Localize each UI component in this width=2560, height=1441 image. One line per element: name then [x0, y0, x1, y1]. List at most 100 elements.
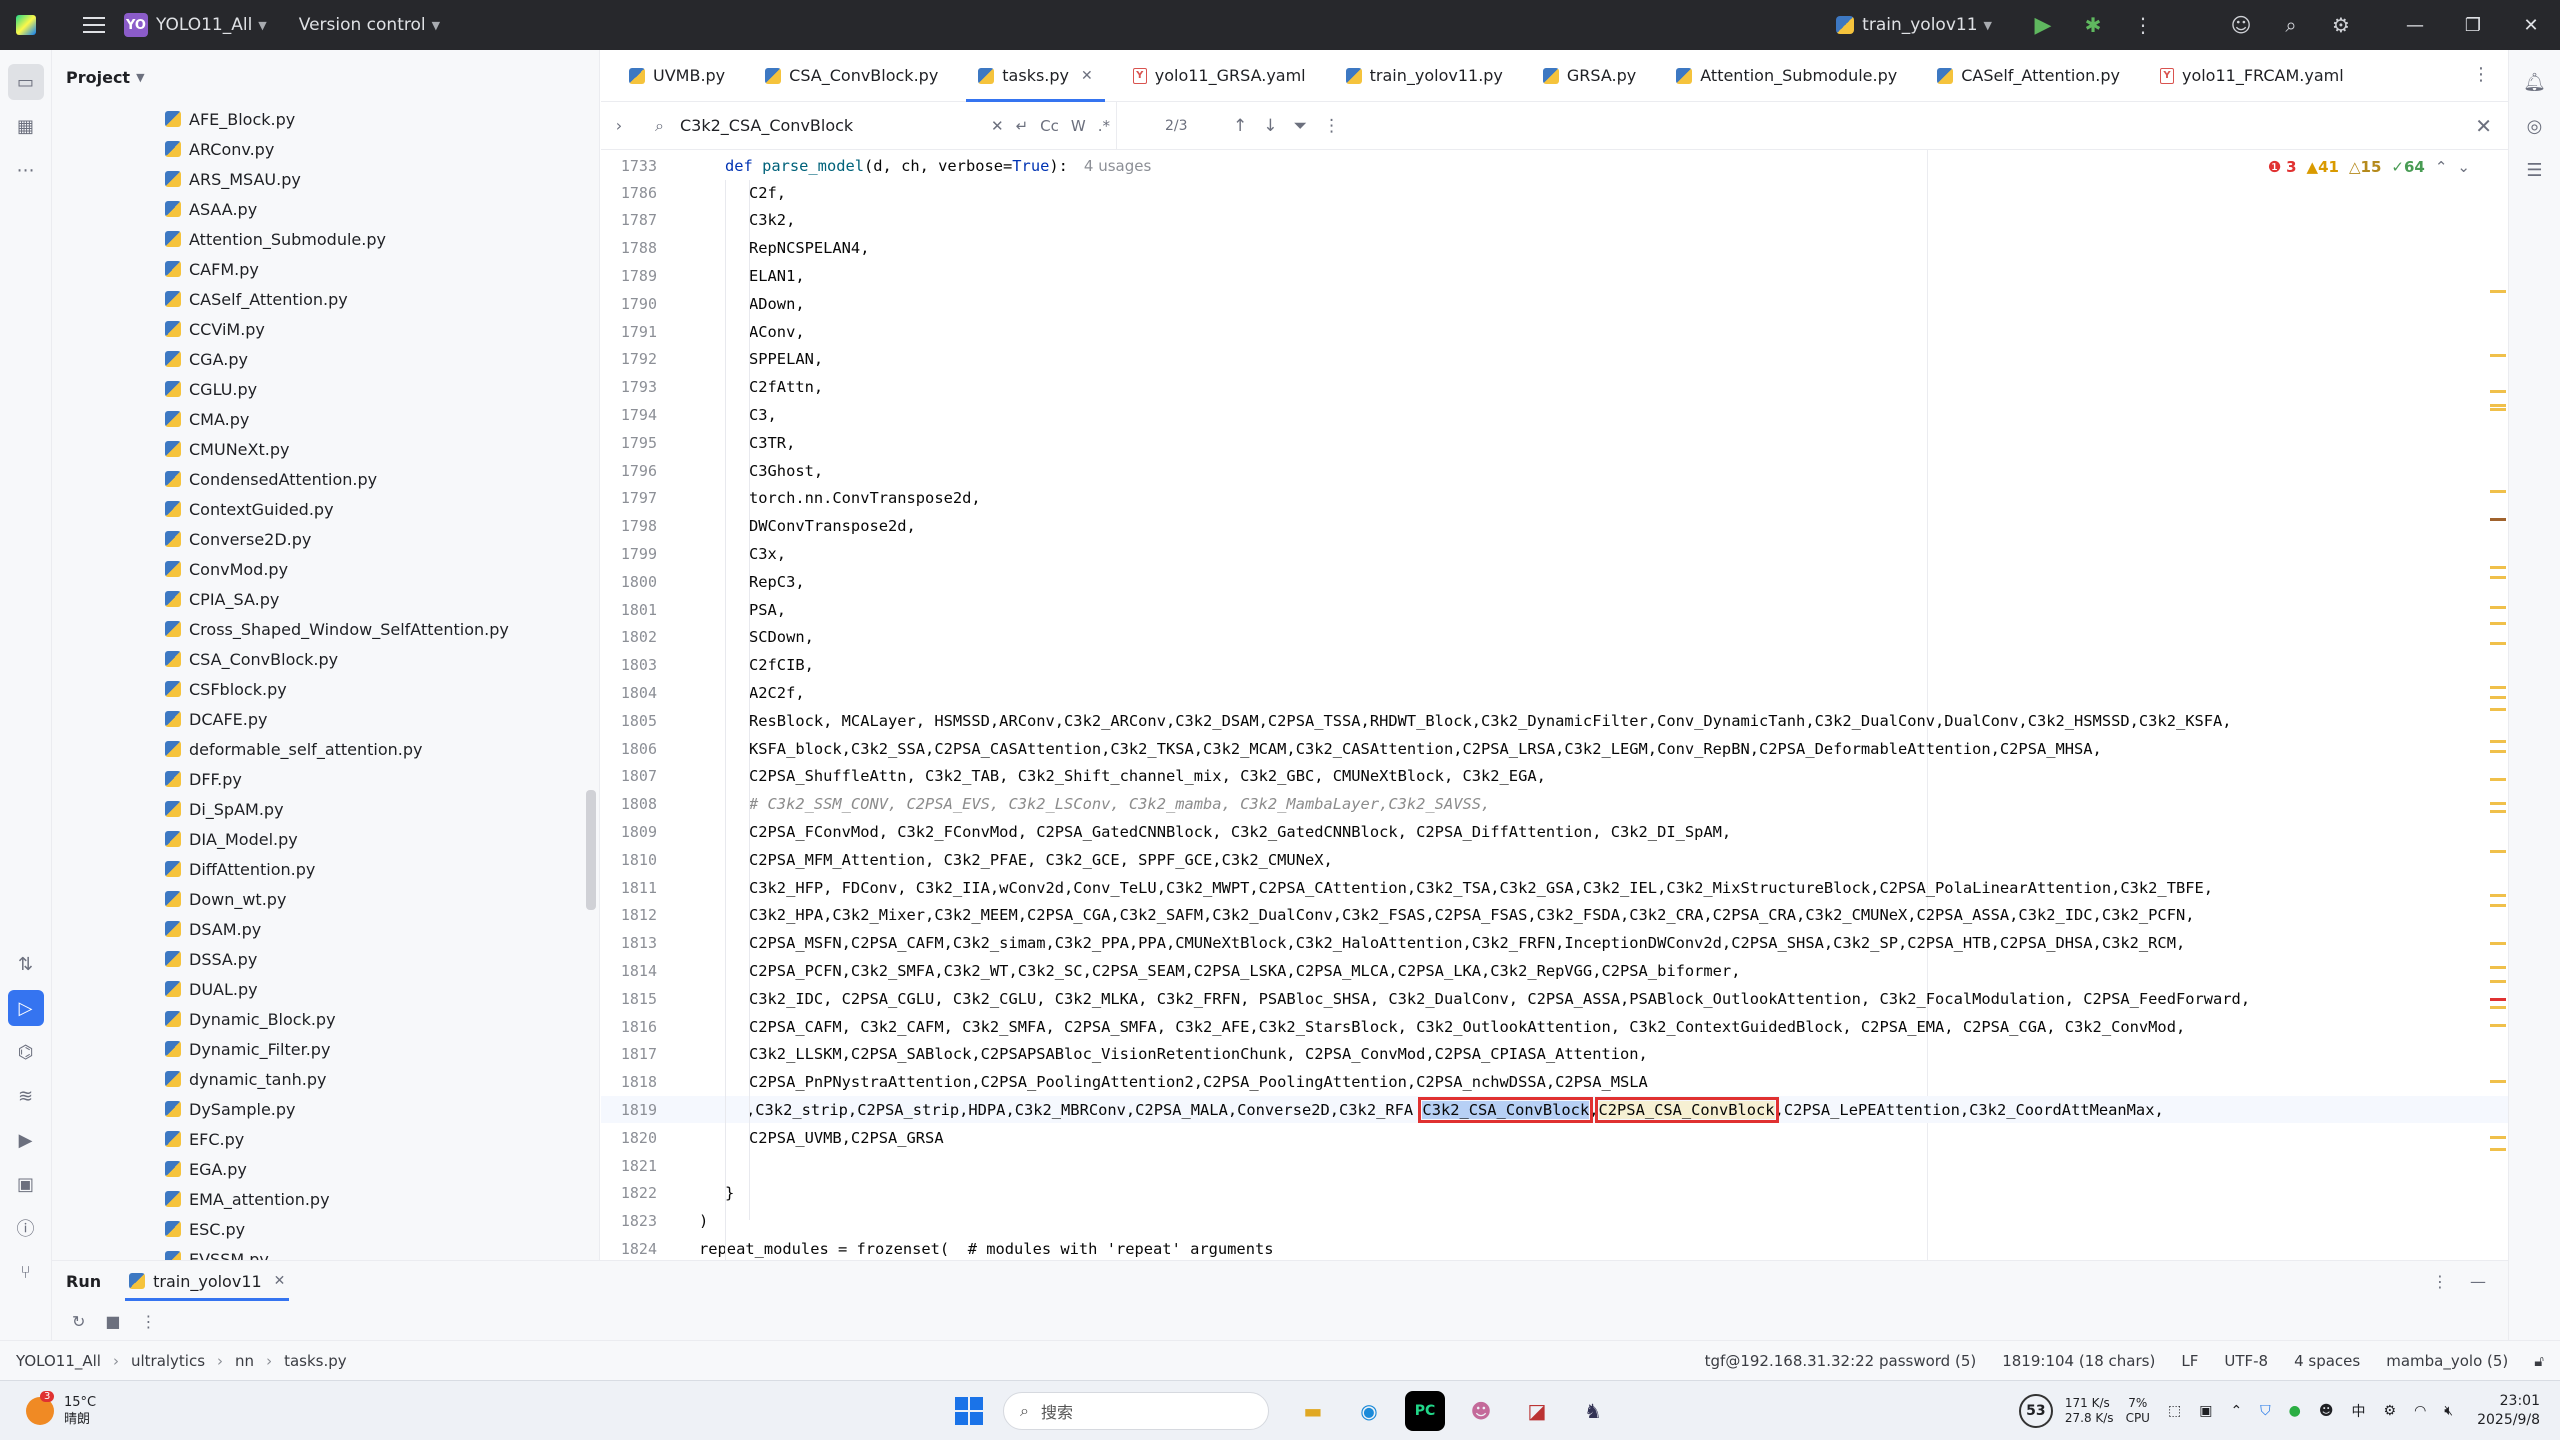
- stripe-mark[interactable]: [2490, 966, 2506, 969]
- pycharm-app-icon[interactable]: PC: [1405, 1391, 1445, 1431]
- usages-hint[interactable]: 4 usages: [1084, 157, 1151, 175]
- qq-icon[interactable]: ☻: [2319, 1403, 2334, 1419]
- tree-item[interactable]: EMA_attention.py: [52, 1184, 600, 1214]
- stripe-mark[interactable]: [2490, 576, 2506, 579]
- stripe-mark[interactable]: [2490, 354, 2506, 357]
- taskbar-search[interactable]: ⌕ 搜索: [1003, 1392, 1269, 1430]
- tree-item[interactable]: dynamic_tanh.py: [52, 1064, 600, 1094]
- stripe-mark[interactable]: [2490, 904, 2506, 907]
- editor-tab[interactable]: Yyolo11_FRCAM.yaml: [2140, 50, 2364, 102]
- breadcrumb-item[interactable]: tasks.py: [284, 1352, 347, 1370]
- new-line-icon[interactable]: ↵: [1016, 117, 1029, 135]
- code-line[interactable]: 1801 PSA,: [601, 596, 2508, 623]
- tree-item[interactable]: EGA.py: [52, 1154, 600, 1184]
- remote-host-status[interactable]: tgf@192.168.31.32:22 password (5): [1705, 1352, 1977, 1370]
- breadcrumb-item[interactable]: YOLO11_All: [16, 1352, 101, 1370]
- code-line[interactable]: 1790 ADown,: [601, 290, 2508, 317]
- previous-match-icon[interactable]: ↑: [1233, 116, 1247, 136]
- code-line[interactable]: 1798 DWConvTranspose2d,: [601, 513, 2508, 540]
- stripe-mark[interactable]: [2490, 566, 2506, 569]
- stripe-mark[interactable]: [2490, 404, 2506, 407]
- caret-position[interactable]: 1819:104 (18 chars): [2002, 1352, 2155, 1370]
- volume-muted-icon[interactable]: 🔇︎: [2444, 1403, 2453, 1419]
- code-line[interactable]: 1815 C3k2_IDC, C2PSA_CGLU, C3k2_CGLU, C3k…: [601, 985, 2508, 1012]
- filter-icon[interactable]: ⏷: [1294, 116, 1308, 136]
- wifi-icon[interactable]: ◠: [2414, 1403, 2426, 1419]
- stripe-mark[interactable]: [2490, 642, 2506, 645]
- code-line[interactable]: 1807 C2PSA_ShuffleAttn, C3k2_TAB, C3k2_Sh…: [601, 763, 2508, 790]
- more-actions-icon[interactable]: ⋮: [2130, 12, 2156, 38]
- code-line[interactable]: 1804 A2C2f,: [601, 679, 2508, 706]
- stripe-mark[interactable]: [2490, 778, 2506, 781]
- code-line[interactable]: 1810 C2PSA_MFM_Attention, C3k2_PFAE, C3k2…: [601, 846, 2508, 873]
- indent-setting[interactable]: 4 spaces: [2294, 1352, 2360, 1370]
- editor-tab[interactable]: tasks.py ✕: [958, 50, 1112, 102]
- tree-item[interactable]: CMA.py: [52, 404, 600, 434]
- editor-tab[interactable]: train_yolov11.py: [1326, 50, 1523, 102]
- code-line[interactable]: 1792 SPPELAN,: [601, 346, 2508, 373]
- tree-item[interactable]: ConvMod.py: [52, 554, 600, 584]
- code-line[interactable]: 1800 RepC3,: [601, 568, 2508, 595]
- file-explorer-icon[interactable]: ▬: [1293, 1391, 1333, 1431]
- tree-item[interactable]: Dynamic_Filter.py: [52, 1034, 600, 1064]
- code-line[interactable]: 1795 C3TR,: [601, 429, 2508, 456]
- add-user-icon[interactable]: ☺: [2228, 12, 2254, 38]
- wechat-icon[interactable]: ●: [2289, 1403, 2301, 1419]
- tree-item[interactable]: CSA_ConvBlock.py: [52, 644, 600, 674]
- project-panel-header[interactable]: Project ▼: [52, 50, 599, 104]
- stripe-mark[interactable]: [2490, 1006, 2506, 1009]
- tree-item[interactable]: ARConv.py: [52, 134, 600, 164]
- close-find-icon[interactable]: ✕: [2475, 114, 2492, 138]
- weather-widget[interactable]: 3 15°C 晴朗: [0, 1390, 96, 1428]
- project-file-tree[interactable]: AFE_Block.py ARConv.py ARS_MSAU.py ASAA.py A…: [52, 104, 600, 1260]
- code-line[interactable]: 1813 C2PSA_MSFN,C2PSA_CAFM,C3k2_simam,C3k…: [601, 930, 2508, 957]
- match-case-toggle[interactable]: Cc: [1040, 117, 1059, 135]
- code-line[interactable]: 1814 C2PSA_PCFN,C3k2_SMFA,C3k2_WT,C3k2_SC…: [601, 957, 2508, 984]
- tree-item[interactable]: DySample.py: [52, 1094, 600, 1124]
- stripe-mark[interactable]: [2490, 750, 2506, 753]
- close-window-button[interactable]: ✕: [2502, 0, 2560, 50]
- layers-icon[interactable]: ≋: [8, 1078, 44, 1114]
- rerun-icon[interactable]: ↻: [72, 1312, 85, 1331]
- tree-item[interactable]: CCViM.py: [52, 314, 600, 344]
- ai-assistant-icon[interactable]: ◎: [2517, 108, 2553, 144]
- sticky-header-line[interactable]: 1733 def parse_model(d, ch, verbose=True…: [601, 152, 2508, 179]
- screenshot-tool-icon[interactable]: ⬚: [2168, 1403, 2181, 1419]
- project-folder-icon[interactable]: ▭: [7, 64, 44, 100]
- tree-item[interactable]: DUAL.py: [52, 974, 600, 1004]
- stripe-mark[interactable]: [2490, 1148, 2506, 1151]
- run-tool-icon[interactable]: ▷: [7, 990, 44, 1026]
- python-interpreter[interactable]: mamba_yolo (5): [2386, 1352, 2508, 1370]
- close-tab-icon[interactable]: ✕: [1081, 68, 1093, 84]
- search-everywhere-icon[interactable]: ⌕: [2278, 12, 2304, 38]
- toolbox-app-icon[interactable]: ◪: [1517, 1391, 1557, 1431]
- search-match[interactable]: C2PSA_CSA_ConvBlock: [1594, 1096, 1779, 1123]
- structure-icon[interactable]: ▦: [8, 108, 44, 144]
- database-icon[interactable]: ☰: [2517, 152, 2553, 188]
- shield-icon[interactable]: ⛉: [2260, 1403, 2271, 1419]
- stripe-mark[interactable]: [2490, 740, 2506, 743]
- avatar-app-icon[interactable]: ☻: [1461, 1391, 1501, 1431]
- clock[interactable]: 23:01 2025/9/8: [2477, 1392, 2540, 1430]
- stripe-mark[interactable]: [2490, 490, 2506, 493]
- settings-icon[interactable]: ⚙: [2384, 1403, 2397, 1419]
- search-history-icon[interactable]: ⌕: [655, 116, 664, 136]
- next-highlight-icon[interactable]: ⌄: [2457, 158, 2470, 176]
- stripe-mark[interactable]: [2490, 810, 2506, 813]
- search-app-icon[interactable]: ▣: [2199, 1403, 2212, 1419]
- stripe-mark[interactable]: [2490, 518, 2506, 521]
- code-line[interactable]: 1802 SCDown,: [601, 624, 2508, 651]
- hide-panel-icon[interactable]: —: [2470, 1272, 2486, 1291]
- code-line[interactable]: 1819 ,C3k2_strip,C2PSA_strip,HDPA,C3k2_MB…: [601, 1096, 2508, 1124]
- ime-indicator[interactable]: 中: [2352, 1401, 2366, 1421]
- tree-item[interactable]: ARS_MSAU.py: [52, 164, 600, 194]
- problems-icon[interactable]: ⓘ: [8, 1210, 44, 1246]
- more-tools-icon[interactable]: ⋯: [8, 152, 44, 188]
- tree-item[interactable]: Attention_Submodule.py: [52, 224, 600, 254]
- tree-item[interactable]: ESC.py: [52, 1214, 600, 1244]
- settings-gear-icon[interactable]: ⚙: [2328, 12, 2354, 38]
- find-more-options-icon[interactable]: ⋮: [1323, 116, 1340, 136]
- stop-icon[interactable]: ■: [105, 1312, 120, 1331]
- stripe-mark[interactable]: [2490, 894, 2506, 897]
- code-line[interactable]: 1794 C3,: [601, 401, 2508, 428]
